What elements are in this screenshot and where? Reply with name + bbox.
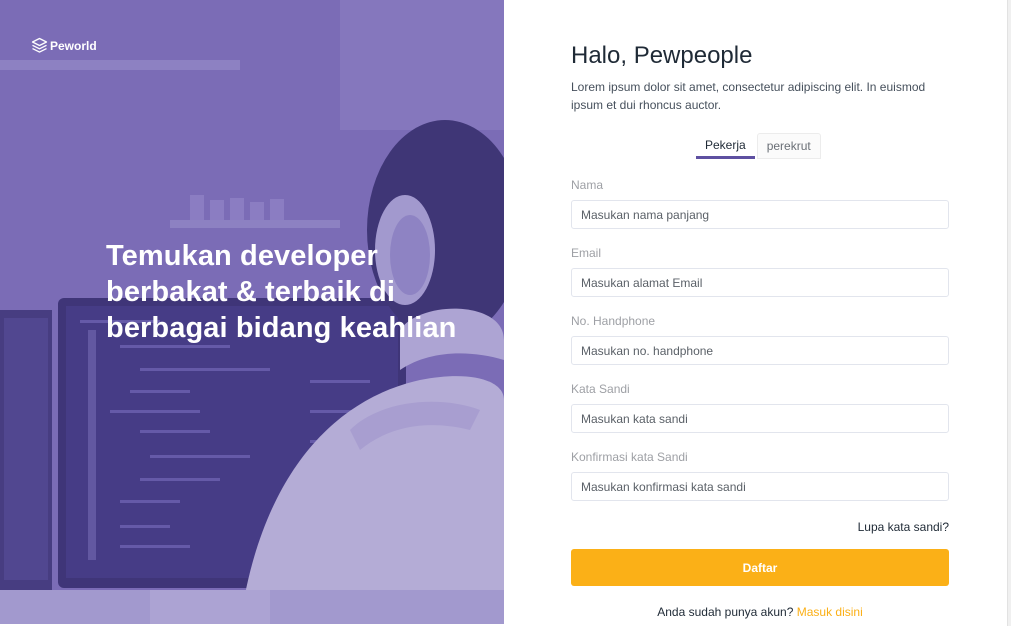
login-prompt-text: Anda sudah punya akun? (657, 605, 794, 619)
email-label: Email (571, 246, 602, 260)
intro-text: Lorem ipsum dolor sit amet, consectetur … (571, 80, 926, 112)
hero-panel: Peworld Temukan developer berbakat & ter… (0, 0, 504, 624)
login-prompt: Anda sudah punya akun? Masuk disini (571, 605, 949, 619)
phone-input[interactable] (571, 336, 949, 365)
name-label: Nama (571, 178, 604, 192)
password-label: Kata Sandi (571, 382, 630, 396)
register-page: Peworld Temukan developer berbakat & ter… (0, 0, 1011, 626)
layers-icon (31, 37, 48, 54)
hero-headline: Temukan developer berbakat & terbaik di … (106, 240, 457, 344)
register-form-panel: Halo, Pewpeople Lorem ipsum dolor sit am… (504, 0, 1007, 626)
brand-logo[interactable]: Peworld (31, 37, 97, 54)
login-link[interactable]: Masuk disini (797, 605, 863, 619)
window-scrollbar[interactable] (1007, 0, 1011, 626)
role-tabs: Pekerja perekrut (696, 133, 821, 159)
phone-label: No. Handphone (571, 314, 656, 328)
brand-name: Peworld (50, 38, 97, 53)
email-input[interactable] (571, 268, 949, 297)
confirm-password-label: Konfirmasi kata Sandi (571, 450, 688, 464)
name-input[interactable] (571, 200, 949, 229)
tab-perekrut[interactable]: perekrut (756, 133, 821, 159)
password-input[interactable] (571, 404, 949, 433)
page-title: Halo, Pewpeople (571, 42, 753, 69)
register-button[interactable]: Daftar (571, 549, 949, 586)
tab-pekerja[interactable]: Pekerja (696, 133, 755, 159)
forgot-password-link[interactable]: Lupa kata sandi? (858, 520, 949, 534)
confirm-password-input[interactable] (571, 472, 949, 501)
